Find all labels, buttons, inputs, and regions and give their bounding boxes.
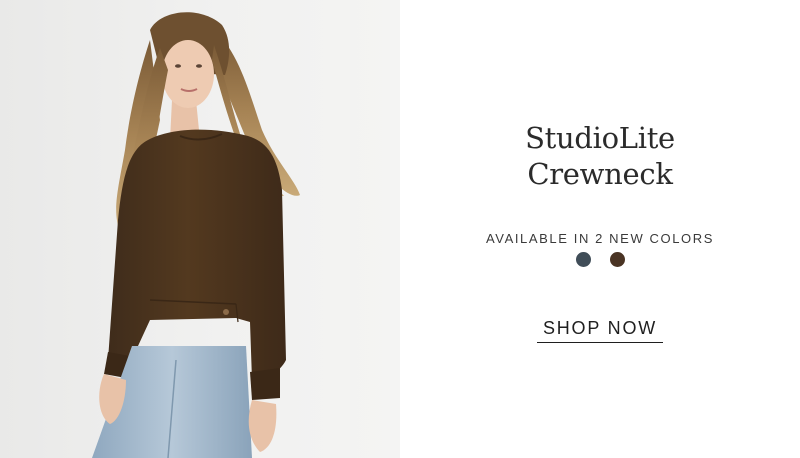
promo-banner: StudioLite Crewneck AVAILABLE IN 2 NEW C… bbox=[0, 0, 800, 458]
product-title-line-2: Crewneck bbox=[527, 157, 673, 191]
color-swatches bbox=[400, 252, 800, 267]
product-title: StudioLite Crewneck bbox=[400, 120, 800, 192]
shop-now-link[interactable]: SHOP NOW bbox=[537, 318, 663, 343]
swatch-chocolate-brown[interactable] bbox=[609, 252, 625, 267]
product-title-line-1: StudioLite bbox=[525, 121, 675, 155]
product-photo[interactable] bbox=[0, 0, 400, 458]
product-copy-panel: StudioLite Crewneck AVAILABLE IN 2 NEW C… bbox=[400, 0, 800, 458]
availability-text: AVAILABLE IN 2 NEW COLORS bbox=[485, 231, 715, 246]
swatch-slate-blue[interactable] bbox=[575, 252, 591, 267]
model-face bbox=[162, 40, 214, 108]
